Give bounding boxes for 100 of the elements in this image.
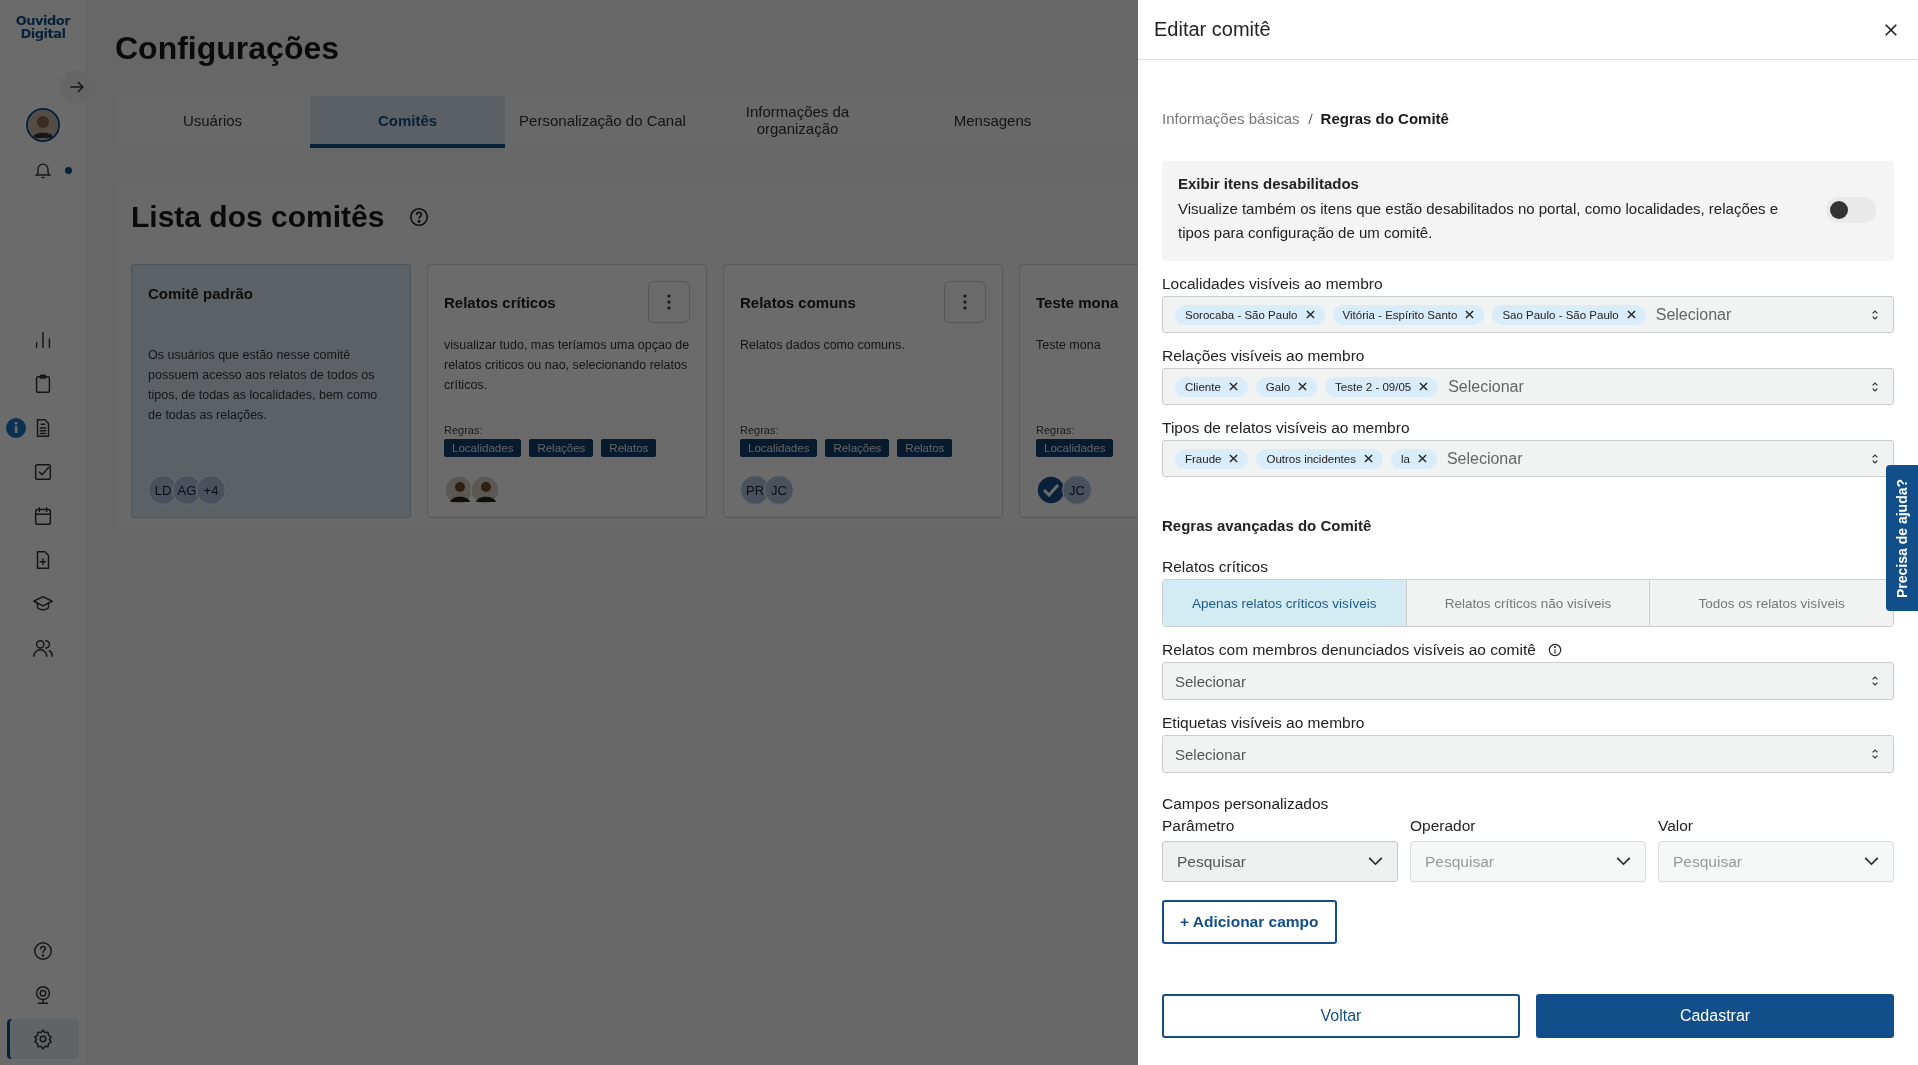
chevron-up-down-icon (1871, 452, 1879, 465)
chevron-down-icon (1616, 857, 1631, 866)
section-title: Lista dos comitês (131, 200, 385, 234)
rule-tag: Relações (529, 439, 594, 457)
field-label: Relações visíveis ao membro (1162, 347, 1366, 365)
logo[interactable]: Ouvidor Digital (15, 14, 71, 40)
committee-card[interactable]: Relatos críticos visualizar tudo, mas teríamos uma opçao de relatos criticos ou nao, selecionando relatos críticos. Regras: Localidades Relações Relatos (427, 264, 707, 518)
back-button[interactable]: Voltar (1162, 994, 1520, 1038)
breadcrumb-separator-icon (1307, 112, 1313, 125)
card-title: Teste mona (1036, 293, 1119, 311)
rules-label: Regras: (740, 424, 780, 436)
remove-icon[interactable] (1465, 310, 1475, 319)
placeholder: Selecionar (1175, 672, 1247, 690)
member-avatar (444, 475, 474, 505)
close-icon (1884, 22, 1898, 37)
checkbox-icon (32, 461, 54, 483)
chip-label: la (1400, 452, 1410, 465)
remove-icon[interactable] (1228, 382, 1238, 391)
help-icon[interactable] (408, 206, 431, 228)
remove-icon[interactable] (1363, 454, 1373, 463)
chip-label: Cliente (1185, 380, 1221, 393)
rule-tag: Relações (825, 439, 890, 457)
tab[interactable]: Usuários (115, 96, 310, 148)
chip-label: Sorocaba - São Paulo (1185, 308, 1298, 321)
field-label: Valor (1658, 817, 1695, 835)
breadcrumb-item[interactable]: Informações básicas (1162, 110, 1300, 127)
placeholder: Selecionar (1448, 377, 1525, 396)
card-title: Relatos críticos (444, 293, 556, 311)
placeholder: Pesquisar (1673, 852, 1742, 871)
section-title: Regras avançadas do Comitê (1162, 517, 1373, 534)
member-avatar (470, 475, 500, 505)
card-description: Teste mona (1036, 337, 1101, 354)
tab[interactable]: Comitês (310, 96, 505, 148)
submit-button[interactable]: Cadastrar (1536, 994, 1894, 1038)
chevron-up-down-icon (1871, 380, 1879, 393)
field-label: Relatos críticos (1162, 558, 1269, 576)
chevron-down-icon (1368, 857, 1383, 866)
user-avatar[interactable] (26, 108, 60, 142)
placeholder: Selecionar (1446, 449, 1524, 468)
remove-icon[interactable] (1626, 310, 1636, 319)
chip-label: Vitória - Espírito Santo (1342, 308, 1458, 321)
chevron-up-down-icon (1871, 675, 1879, 687)
rule-tag: Localidades (740, 439, 818, 457)
help-icon (32, 940, 54, 962)
help-tab[interactable]: Precisa de ajuda? (1886, 465, 1918, 611)
chip-label: Teste 2 - 09/05 (1335, 380, 1412, 393)
field-label: Tipos de relatos visíveis ao membro (1162, 419, 1411, 437)
committee-card[interactable]: Comitê padrão Os usuários que estão nesse comitê possuem acesso aos relatos de todos os tipos, de todas as localidades, bem como de todas as relações. LD AG +4 (131, 264, 411, 518)
card-title: Relatos comuns (740, 293, 856, 311)
chip-label: Galo (1265, 380, 1291, 393)
add-field-button[interactable]: + Adicionar campo (1162, 900, 1337, 944)
chevron-down-icon (1864, 857, 1879, 866)
rule-tag: Relatos (897, 439, 953, 457)
chevron-up-down-icon (1871, 748, 1879, 760)
select-field[interactable]: Selecionar (1162, 662, 1894, 700)
remove-icon[interactable] (1419, 382, 1429, 391)
info-icon[interactable] (1547, 643, 1562, 657)
remove-icon[interactable] (1298, 382, 1308, 391)
card-description: Relatos dados como comuns. (740, 337, 905, 354)
chip-label: Outros incidentes (1266, 452, 1356, 465)
field-label: Parâmetro (1162, 817, 1236, 835)
tab[interactable]: Mensagens (895, 96, 1090, 148)
field-label: Etiquetas visíveis ao membro (1162, 714, 1365, 732)
kebab-icon (963, 294, 967, 310)
toggle-description: Visualize também os itens que estão desabilitados no portal, como localidades, relações e tipos para configuração de um comitê. (1178, 199, 1780, 243)
users-icon (32, 637, 54, 659)
multi-select-field[interactable]: Cliente Galo Teste 2 - 09/05 Selecionar (1162, 368, 1894, 405)
segment-option[interactable]: Relatos críticos não visíveis (1405, 580, 1650, 626)
field-label: Localidades visíveis ao membro (1162, 275, 1384, 293)
select-field[interactable]: Selecionar (1162, 735, 1894, 773)
rules-label: Regras: (1036, 424, 1076, 436)
rule-tag: Localidades (444, 439, 522, 457)
settings-icon (32, 1028, 54, 1050)
field-label: Campos personalizados (1162, 795, 1330, 813)
member-avatar: JC (764, 475, 794, 505)
nav-item[interactable] (7, 1019, 79, 1059)
remove-icon[interactable] (1305, 310, 1315, 319)
remove-icon[interactable] (1229, 454, 1239, 463)
chip-label: Fraude (1185, 452, 1222, 465)
toggle-title: Exibir itens desabilitados (1178, 175, 1360, 192)
segment-option[interactable]: Apenas relatos críticos visíveis (1163, 580, 1406, 626)
rule-tag: Localidades (1036, 439, 1114, 457)
rules-label: Regras: (444, 424, 484, 436)
calendar-icon (32, 505, 54, 527)
remove-icon[interactable] (1417, 454, 1427, 463)
committee-card[interactable]: Teste mona Teste mona Regras: Localidades JC (1019, 264, 1139, 518)
toggle-switch[interactable] (1826, 197, 1876, 223)
multi-select-field[interactable]: Sorocaba - São Paulo Vitória - Espírito Santo Sao Paulo - São Paulo Selecionar (1162, 296, 1894, 333)
card-description: visualizar tudo, mas teríamos uma opçao de relatos criticos ou nao, selecionando relatos críticos. (444, 337, 690, 394)
rule-tag: Relatos (601, 439, 657, 457)
chevron-up-down-icon (1871, 308, 1879, 321)
tab[interactable]: Informações da organização (700, 96, 895, 148)
placeholder: Pesquisar (1425, 852, 1494, 871)
search-dropdown[interactable]: Pesquisar (1162, 841, 1398, 882)
member-avatar: +4 (196, 475, 226, 505)
committee-card[interactable]: Relatos comuns Relatos dados como comuns. Regras: Localidades Relações Relatos PR JC (723, 264, 1003, 518)
tab[interactable]: Personalização do Canal (505, 96, 700, 148)
page-title: Configurações (115, 30, 341, 67)
segment-option[interactable]: Todos os relatos visíveis (1649, 580, 1893, 626)
multi-select-field[interactable]: Fraude Outros incidentes la Selecionar (1162, 440, 1894, 477)
